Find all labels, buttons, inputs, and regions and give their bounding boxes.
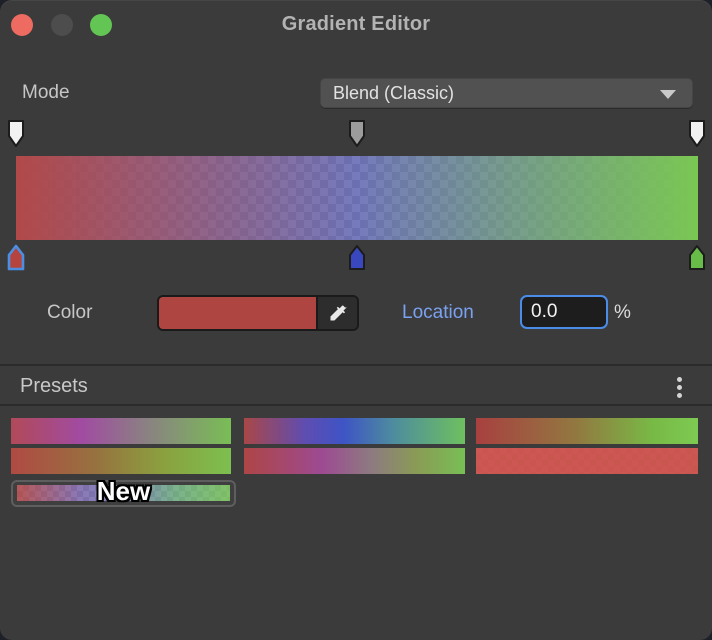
- new-preset-button[interactable]: New: [11, 480, 236, 507]
- preset-swatch[interactable]: [476, 448, 698, 474]
- mode-dropdown-value: Blend (Classic): [333, 83, 454, 104]
- preset-swatch[interactable]: [244, 448, 465, 474]
- preset-gradient: [11, 418, 231, 444]
- presets-title: Presets: [20, 375, 88, 398]
- color-label: Color: [47, 302, 92, 324]
- preset-gradient: [244, 418, 465, 444]
- location-label[interactable]: Location: [402, 302, 474, 324]
- color-swatch[interactable]: [159, 297, 316, 329]
- color-stop-marker[interactable]: [347, 243, 367, 273]
- window-title: Gradient Editor: [0, 13, 712, 36]
- alpha-stop-marker[interactable]: [6, 119, 26, 149]
- preset-swatch[interactable]: [11, 448, 231, 474]
- preset-gradient: [476, 448, 698, 474]
- preset-swatch[interactable]: [11, 418, 231, 444]
- percent-label: %: [614, 302, 631, 324]
- eyedropper-icon: [328, 303, 348, 323]
- gradient-editor-window: Gradient Editor Mode Blend (Classic) Col…: [0, 0, 712, 640]
- preset-gradient: [11, 448, 231, 474]
- mode-label: Mode: [22, 82, 70, 104]
- mode-dropdown[interactable]: Blend (Classic): [320, 78, 693, 108]
- preset-gradient: [476, 418, 698, 444]
- preset-gradient: [244, 448, 465, 474]
- preset-swatch[interactable]: [244, 418, 465, 444]
- gradient-preview-strip[interactable]: [16, 156, 698, 240]
- eyedropper-button[interactable]: [316, 297, 357, 329]
- color-stop-marker-selected[interactable]: [6, 243, 26, 273]
- alpha-stop-marker[interactable]: [687, 119, 707, 149]
- divider: [0, 364, 712, 366]
- kebab-menu-icon[interactable]: [668, 373, 690, 401]
- location-input[interactable]: [520, 295, 608, 329]
- chevron-down-icon: [660, 90, 676, 99]
- new-preset-label: New: [13, 476, 234, 507]
- preset-swatch[interactable]: [476, 418, 698, 444]
- title-bar[interactable]: Gradient Editor: [0, 0, 712, 50]
- gradient-fill: [16, 156, 698, 240]
- color-stop-marker[interactable]: [687, 243, 707, 273]
- divider: [0, 404, 712, 406]
- alpha-stop-marker[interactable]: [347, 119, 367, 149]
- color-field[interactable]: [157, 295, 359, 331]
